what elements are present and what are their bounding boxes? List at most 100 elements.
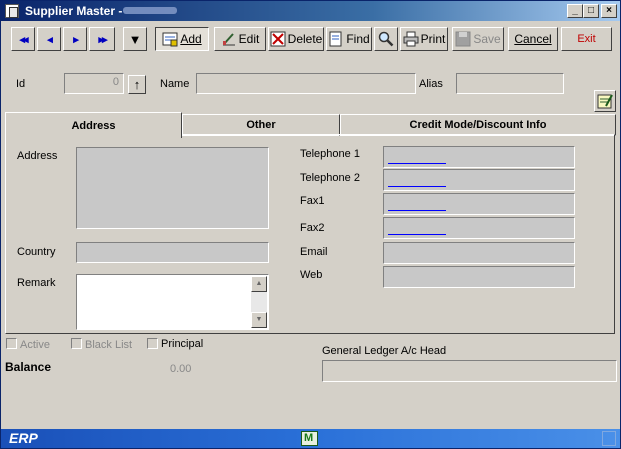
address-field[interactable] bbox=[76, 147, 269, 229]
address-label: Address bbox=[17, 150, 58, 162]
exit-button[interactable]: Exit bbox=[561, 27, 612, 51]
exit-label: Exit bbox=[577, 33, 596, 45]
app-name: ERP bbox=[9, 430, 38, 446]
balance-value: 0.00 bbox=[170, 363, 192, 375]
app-icon bbox=[5, 4, 19, 18]
fax2-label: Fax2 bbox=[300, 222, 325, 234]
gl-head-label: General Ledger A/c Head bbox=[322, 345, 447, 357]
status-bar: ERP bbox=[1, 429, 620, 448]
print-icon bbox=[403, 31, 419, 47]
telephone1-field[interactable] bbox=[383, 146, 575, 168]
principal-checkbox[interactable] bbox=[147, 338, 158, 349]
tray-icon bbox=[602, 431, 616, 446]
telephone2-label: Telephone 2 bbox=[300, 172, 360, 184]
fax1-link bbox=[388, 210, 446, 211]
email-label: Email bbox=[300, 246, 328, 258]
principal-label: Principal bbox=[161, 338, 204, 350]
save-icon bbox=[455, 31, 471, 47]
magnifier-icon bbox=[378, 31, 394, 47]
cancel-label: Cancel bbox=[514, 32, 552, 46]
save-button[interactable]: Save bbox=[452, 27, 504, 51]
tab-address-label: Address bbox=[71, 119, 116, 132]
find-label: Find bbox=[346, 32, 370, 46]
fax1-field[interactable] bbox=[383, 193, 575, 215]
fax2-link bbox=[388, 234, 446, 235]
dropdown-button[interactable]: ▼ bbox=[123, 27, 147, 51]
redacted-title-text bbox=[123, 7, 177, 14]
supplier-master-window: Supplier Master - _ □ × ◂◂ ◂ ▸ ▸▸ ▼ Add bbox=[0, 0, 621, 449]
alias-field[interactable] bbox=[456, 73, 564, 94]
module-icon[interactable] bbox=[301, 431, 318, 446]
cancel-button[interactable]: Cancel bbox=[508, 27, 558, 51]
country-field[interactable] bbox=[76, 242, 269, 263]
gl-head-field[interactable] bbox=[322, 360, 617, 382]
save-label: Save bbox=[473, 32, 501, 46]
remark-field[interactable]: ▲ ▼ bbox=[76, 274, 269, 330]
scroll-down-icon[interactable]: ▼ bbox=[251, 312, 267, 328]
web-field[interactable] bbox=[383, 266, 575, 288]
scroll-up-icon[interactable]: ▲ bbox=[251, 276, 267, 292]
maximize-button[interactable]: □ bbox=[583, 4, 599, 18]
first-icon: ◂◂ bbox=[19, 33, 28, 46]
telephone2-link bbox=[388, 186, 446, 187]
find-icon bbox=[328, 31, 344, 47]
tab-address[interactable]: Address bbox=[5, 112, 182, 138]
add-icon bbox=[162, 31, 178, 47]
title-bar[interactable]: Supplier Master - _ □ × bbox=[1, 1, 620, 21]
active-checkbox[interactable] bbox=[6, 338, 17, 349]
delete-icon bbox=[270, 31, 286, 47]
remark-scrollbar[interactable]: ▲ ▼ bbox=[251, 276, 267, 328]
add-label: Add bbox=[180, 32, 202, 46]
edit-button[interactable]: Edit bbox=[214, 27, 266, 51]
balance-label: Balance bbox=[5, 360, 52, 374]
name-field[interactable] bbox=[196, 73, 416, 94]
previous-icon: ◂ bbox=[47, 33, 52, 46]
print-label: Print bbox=[420, 32, 446, 46]
id-field[interactable]: 0 bbox=[64, 73, 124, 94]
notes-button[interactable] bbox=[594, 90, 616, 112]
previous-record-button[interactable]: ◂ bbox=[37, 27, 61, 51]
first-record-button[interactable]: ◂◂ bbox=[11, 27, 35, 51]
telephone2-field[interactable] bbox=[383, 169, 575, 191]
telephone1-label: Telephone 1 bbox=[300, 148, 360, 160]
minimize-button[interactable]: _ bbox=[567, 4, 583, 18]
delete-label: Delete bbox=[287, 32, 323, 46]
blacklist-checkbox[interactable] bbox=[71, 338, 82, 349]
close-button[interactable]: × bbox=[601, 4, 617, 18]
address-tab-panel: Address Country Remark ▲ ▼ Telephone 1 T… bbox=[5, 134, 615, 334]
notepad-icon bbox=[597, 93, 613, 109]
print-button[interactable]: Print bbox=[400, 27, 448, 51]
search-button[interactable] bbox=[374, 27, 398, 51]
email-field[interactable] bbox=[383, 242, 575, 264]
toolbar: ◂◂ ◂ ▸ ▸▸ ▼ Add Edit Delete Find Print S… bbox=[5, 25, 616, 53]
web-label: Web bbox=[300, 269, 323, 281]
telephone1-link bbox=[388, 163, 446, 164]
tab-credit-mode-label: Credit Mode/Discount Info bbox=[409, 119, 547, 131]
last-record-button[interactable]: ▸▸ bbox=[89, 27, 115, 51]
window-title: Supplier Master - bbox=[25, 4, 123, 18]
dropdown-arrow-icon: ▼ bbox=[128, 31, 142, 47]
up-arrow-icon: ↑ bbox=[133, 77, 141, 92]
delete-button[interactable]: Delete bbox=[268, 27, 324, 51]
tab-other-label: Other bbox=[246, 119, 276, 131]
find-button[interactable]: Find bbox=[326, 27, 372, 51]
tab-credit-mode[interactable]: Credit Mode/Discount Info bbox=[340, 114, 616, 136]
edit-label: Edit bbox=[238, 32, 260, 46]
id-value: 0 bbox=[112, 76, 119, 88]
edit-icon bbox=[221, 31, 237, 47]
active-label: Active bbox=[20, 339, 50, 351]
last-icon: ▸▸ bbox=[98, 33, 107, 46]
country-label: Country bbox=[17, 246, 56, 258]
next-record-button[interactable]: ▸ bbox=[63, 27, 87, 51]
add-button[interactable]: Add bbox=[155, 27, 209, 51]
tab-other[interactable]: Other bbox=[182, 114, 340, 136]
id-lookup-button[interactable]: ↑ bbox=[128, 75, 146, 94]
id-label: Id bbox=[16, 78, 26, 90]
fax2-field[interactable] bbox=[383, 217, 575, 239]
name-label: Name bbox=[160, 78, 190, 90]
next-icon: ▸ bbox=[73, 33, 78, 46]
remark-label: Remark bbox=[17, 277, 56, 289]
blacklist-label: Black List bbox=[85, 339, 133, 351]
alias-label: Alias bbox=[419, 78, 443, 90]
fax1-label: Fax1 bbox=[300, 195, 325, 207]
